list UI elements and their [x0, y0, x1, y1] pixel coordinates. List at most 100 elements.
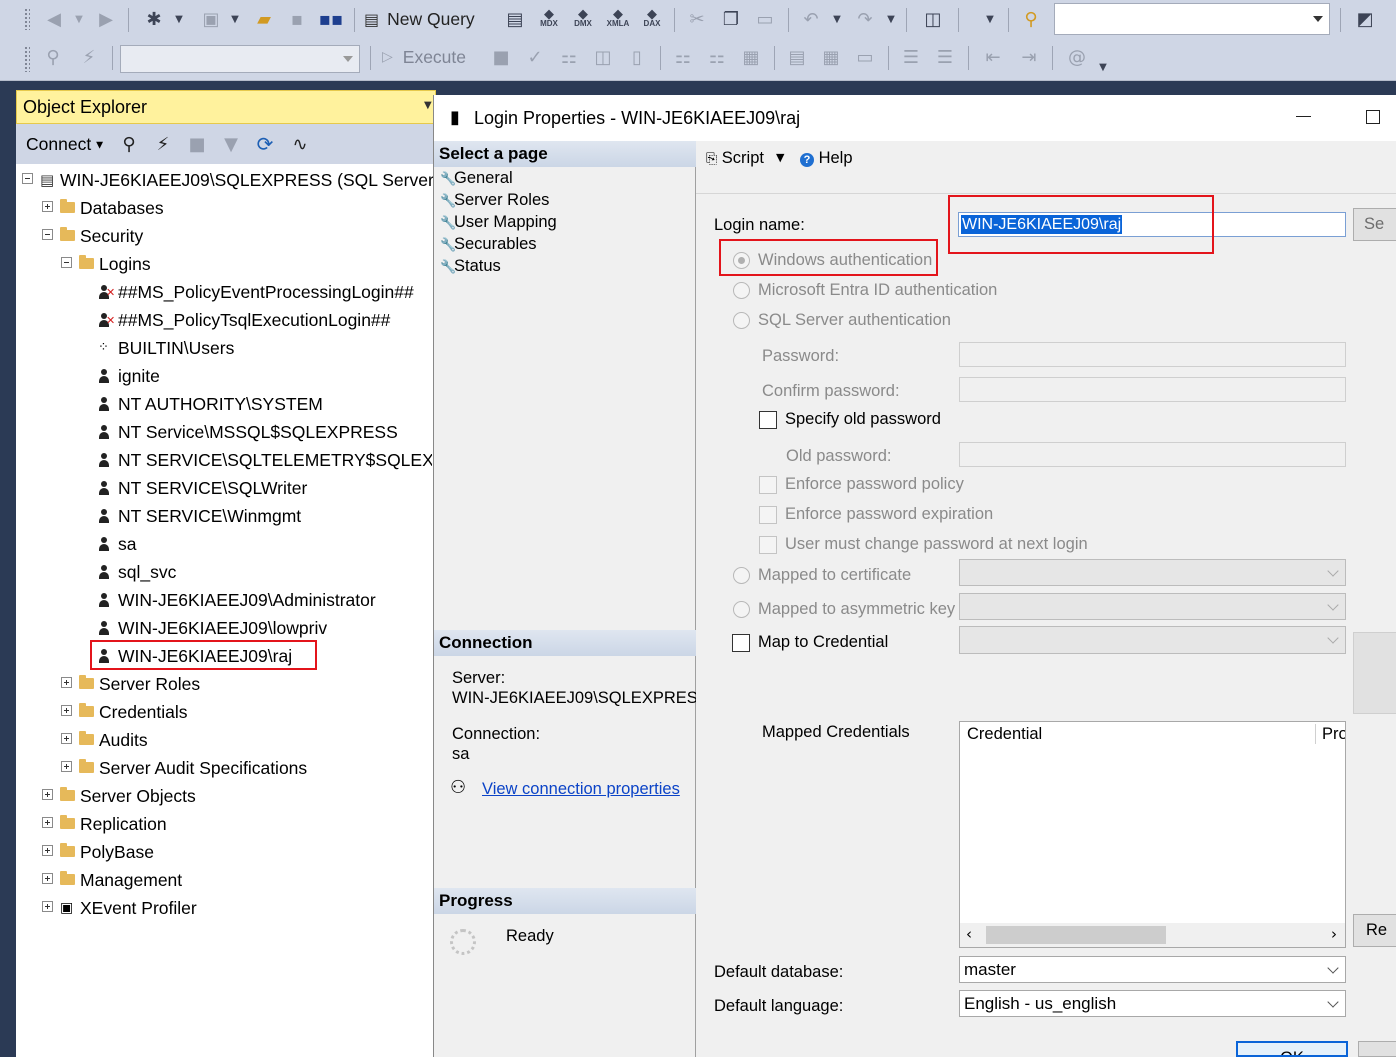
search-button[interactable]: Se: [1353, 208, 1396, 241]
expand-icon[interactable]: [42, 817, 53, 828]
find-combo[interactable]: [1054, 3, 1330, 35]
must-change-checkbox[interactable]: [759, 536, 777, 554]
confirm-password-input[interactable]: [959, 377, 1346, 402]
stop-icon[interactable]: ■: [490, 44, 512, 70]
stop-icon[interactable]: ■: [186, 131, 208, 157]
expand-icon[interactable]: [61, 761, 72, 772]
chevron-down-icon[interactable]: ▼: [228, 6, 242, 32]
connect-icon[interactable]: ⚲: [118, 131, 140, 157]
open-file-icon[interactable]: ▰: [250, 6, 278, 32]
expand-icon[interactable]: [61, 733, 72, 744]
dmx-query-button[interactable]: ◆ DMX: [568, 6, 598, 32]
mdx-query-button[interactable]: ◆ MDX: [534, 6, 564, 32]
chevron-down-icon[interactable]: ▼: [172, 6, 186, 32]
chevron-down-icon[interactable]: ▼: [776, 151, 784, 164]
chevron-down-icon[interactable]: ▼: [72, 6, 86, 32]
save-icon[interactable]: ▪: [284, 6, 310, 32]
chevron-down-icon[interactable]: ▼: [830, 6, 844, 32]
disconnect-icon[interactable]: ⚡: [76, 44, 102, 70]
mapped-asym-key-radio[interactable]: [733, 601, 750, 618]
script-button[interactable]: ⎘ Script: [706, 149, 764, 168]
certificate-select[interactable]: [959, 559, 1346, 586]
page-status[interactable]: 🔧Status: [440, 255, 501, 277]
estimated-plan-icon[interactable]: ⚏: [556, 44, 582, 70]
new-project-icon[interactable]: ✱: [140, 6, 168, 32]
toolbar-grip[interactable]: [24, 46, 30, 72]
collapse-icon[interactable]: [22, 173, 33, 184]
scroll-right-icon[interactable]: ›: [1331, 925, 1337, 943]
page-general[interactable]: 🔧General: [440, 167, 513, 189]
comment-icon[interactable]: ☰: [898, 44, 924, 70]
page-server-roles[interactable]: 🔧Server Roles: [440, 189, 549, 211]
toolbar-overflow-icon[interactable]: ▼: [1096, 54, 1110, 80]
enforce-expiration-checkbox[interactable]: [759, 506, 777, 524]
save-all-icon[interactable]: ▪▪: [316, 6, 346, 32]
collapse-icon[interactable]: [42, 229, 53, 240]
increase-indent-icon[interactable]: ⇥: [1014, 44, 1044, 70]
credential-column-header[interactable]: Credential: [967, 725, 1042, 744]
mapped-credentials-grid[interactable]: Credential Pro ‹ ›: [959, 721, 1346, 948]
map-to-credential-checkbox[interactable]: [732, 634, 750, 652]
forward-icon[interactable]: ▶: [94, 6, 118, 32]
live-stats-icon[interactable]: ▦: [738, 44, 764, 70]
expand-icon[interactable]: [42, 789, 53, 800]
refresh-icon[interactable]: ⟳: [252, 131, 278, 157]
undo-icon[interactable]: ↶: [798, 6, 824, 32]
disconnect-icon[interactable]: ⚡: [150, 131, 176, 157]
pin-dropdown-icon[interactable]: ▼: [424, 100, 432, 111]
page-user-mapping[interactable]: 🔧User Mapping: [440, 211, 557, 233]
default-database-select[interactable]: master: [959, 956, 1346, 983]
old-password-input[interactable]: [959, 442, 1346, 467]
database-engine-query-icon[interactable]: ▤: [502, 6, 528, 32]
expand-icon[interactable]: [42, 901, 53, 912]
remove-button[interactable]: Re: [1353, 914, 1396, 947]
connect-dropdown[interactable]: Connect ▼: [26, 124, 103, 164]
asym-key-select[interactable]: [959, 593, 1346, 620]
expand-icon[interactable]: [61, 705, 72, 716]
cancel-button[interactable]: [1358, 1041, 1396, 1057]
ok-button[interactable]: OK: [1236, 1041, 1348, 1057]
mapped-certificate-radio[interactable]: [733, 567, 750, 584]
login-name-input[interactable]: WIN-JE6KIAEEJ09\raj: [958, 212, 1346, 237]
expand-icon[interactable]: [42, 873, 53, 884]
decrease-indent-icon[interactable]: ⇤: [978, 44, 1008, 70]
query-options-icon[interactable]: ▯: [624, 44, 650, 70]
expand-icon[interactable]: [42, 201, 53, 212]
credential-select[interactable]: [959, 626, 1346, 654]
default-language-select[interactable]: English - us_english: [959, 990, 1346, 1017]
copy-icon[interactable]: ❐: [718, 6, 744, 32]
cut-icon[interactable]: ✂: [684, 6, 710, 32]
execute-button[interactable]: ▷ Execute: [382, 44, 480, 70]
chevron-down-icon[interactable]: ▼: [884, 6, 898, 32]
specify-template-values-icon[interactable]: @: [1062, 44, 1092, 70]
view-connection-properties-link[interactable]: View connection properties: [482, 780, 680, 799]
sql-auth-radio[interactable]: [733, 312, 750, 329]
redo-icon[interactable]: ↷: [852, 6, 878, 32]
password-input[interactable]: [959, 342, 1346, 367]
specify-old-password-checkbox[interactable]: [759, 411, 777, 429]
available-databases-combo[interactable]: [120, 45, 360, 73]
login-item[interactable]: NT SERVICE\SQLTELEMETRY$SQLEXPRE: [98, 446, 432, 474]
intellisense-icon[interactable]: ⚏: [670, 44, 696, 70]
activity-monitor-icon[interactable]: ◫: [918, 6, 948, 32]
results-to-grid-icon[interactable]: ▦: [818, 44, 844, 70]
find-in-files-icon[interactable]: ⚲: [1016, 6, 1046, 32]
windows-auth-radio[interactable]: [733, 252, 750, 269]
filter-icon[interactable]: ▼: [218, 131, 244, 157]
paste-icon[interactable]: ▭: [752, 6, 778, 32]
page-securables[interactable]: 🔧Securables: [440, 233, 537, 255]
help-button[interactable]: ? Help: [800, 149, 853, 168]
expand-icon[interactable]: [61, 677, 72, 688]
scroll-left-icon[interactable]: ‹: [966, 925, 972, 943]
maximize-icon[interactable]: [1366, 110, 1380, 124]
new-query-button[interactable]: ▤ New Query: [364, 6, 492, 32]
dax-query-button[interactable]: ◆ DAX: [638, 6, 666, 32]
entra-auth-radio[interactable]: [733, 282, 750, 299]
scrollbar-thumb[interactable]: [986, 926, 1166, 944]
xmla-query-button[interactable]: ◆ XMLA: [602, 6, 634, 32]
connect-icon[interactable]: ⚲: [40, 44, 66, 70]
provider-column-header[interactable]: Pro: [1322, 725, 1345, 744]
expand-icon[interactable]: [42, 845, 53, 856]
minimize-icon[interactable]: [1296, 116, 1311, 117]
toolbar-grip[interactable]: [24, 8, 30, 30]
